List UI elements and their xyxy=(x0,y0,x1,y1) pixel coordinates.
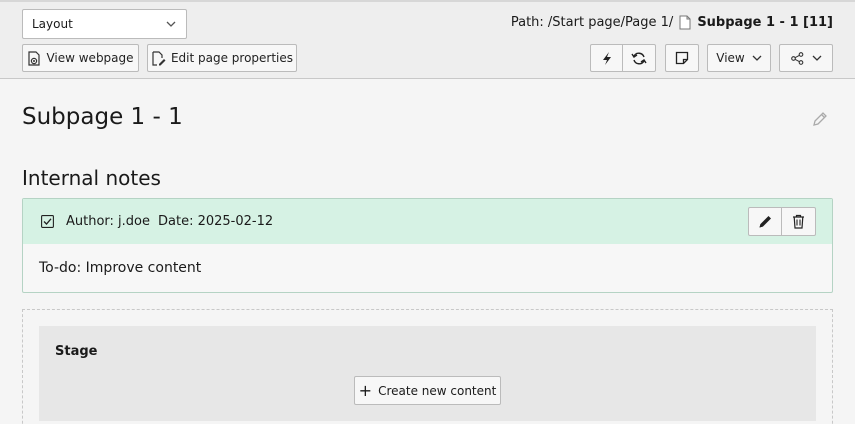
refresh-icon xyxy=(631,52,647,64)
plus-icon: + xyxy=(358,380,373,400)
checkbox-todo-icon xyxy=(41,215,54,228)
view-page-icon xyxy=(28,50,41,66)
trash-icon xyxy=(793,214,804,229)
path-label: Path: /Start page/Page 1/ xyxy=(510,15,674,30)
share-icon xyxy=(790,51,803,65)
create-new-content-label: Create new content xyxy=(378,383,497,398)
delete-note-button[interactable] xyxy=(782,207,816,236)
column-title: Stage xyxy=(55,344,98,359)
edit-page-properties-label: Edit page properties xyxy=(170,51,294,65)
pencil-icon xyxy=(759,216,771,228)
chevron-down-icon xyxy=(812,55,821,61)
page-icon xyxy=(679,15,691,30)
breadcrumb: Path: /Start page/Page 1/ Subpage 1 - 1 … xyxy=(511,15,833,30)
note-author: Author: j.doe xyxy=(66,214,150,229)
add-note-button[interactable] xyxy=(665,44,699,72)
view-webpage-label: View webpage xyxy=(46,51,134,65)
clear-cache-button[interactable] xyxy=(590,44,623,72)
create-new-content-button[interactable]: + Create new content xyxy=(354,376,501,405)
stage-column: Stage + Create new content xyxy=(39,326,816,421)
content-grid: Stage + Create new content xyxy=(22,309,833,424)
doc-header: Layout Path: /Start page/Page 1/ Subpage… xyxy=(0,0,855,79)
chevron-down-icon xyxy=(752,55,762,61)
reload-button[interactable] xyxy=(623,44,656,72)
internal-note: Author: j.doe Date: 2025-02-12 To-do: Im… xyxy=(22,198,833,293)
note-date: Date: 2025-02-12 xyxy=(158,214,274,229)
chevron-down-icon xyxy=(166,21,176,27)
note-header: Author: j.doe Date: 2025-02-12 xyxy=(23,199,832,244)
view-webpage-button[interactable]: View webpage xyxy=(22,44,139,72)
page-title: Subpage 1 - 1 xyxy=(22,104,183,130)
note-body: To-do: Improve content xyxy=(39,260,202,276)
cache-button-group xyxy=(590,44,656,72)
edit-page-properties-button[interactable]: Edit page properties xyxy=(147,44,297,72)
lightning-icon xyxy=(602,51,611,65)
note-actions xyxy=(748,207,816,236)
view-dropdown-button[interactable]: View xyxy=(707,44,771,72)
view-dropdown-label: View xyxy=(716,51,745,65)
internal-notes-heading: Internal notes xyxy=(22,166,161,190)
edit-note-button[interactable] xyxy=(748,207,782,236)
share-dropdown-button[interactable] xyxy=(779,44,833,72)
module-select[interactable]: Layout xyxy=(22,9,187,39)
edit-title-pencil-icon[interactable] xyxy=(812,111,828,127)
edit-page-icon xyxy=(152,50,166,66)
path-current-page[interactable]: Subpage 1 - 1 [11] xyxy=(697,15,833,30)
sticky-note-icon xyxy=(675,51,689,65)
module-select-value: Layout xyxy=(32,17,73,31)
